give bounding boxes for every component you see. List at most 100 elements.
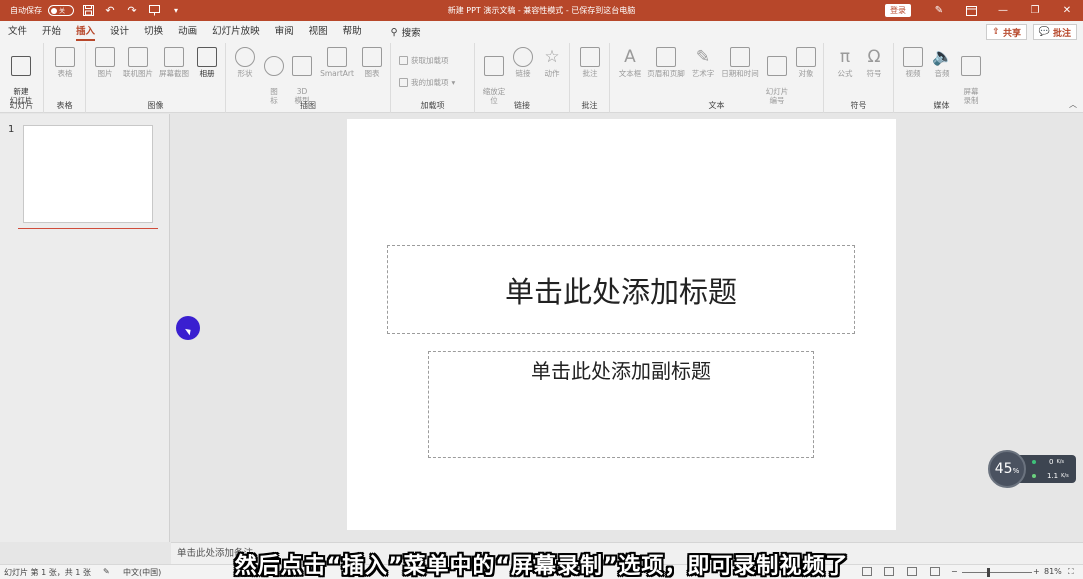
link-button[interactable]: 链接 [508,47,538,78]
new-slide-icon [11,56,31,76]
audio-button[interactable]: 🔈 音频 [927,47,957,78]
group-label-illustrations: 插图 [300,101,316,110]
ribbon-display-options-icon[interactable] [955,0,987,21]
table-button[interactable]: 表格 [50,47,80,78]
upload-icon [1032,460,1036,464]
chart-button[interactable]: 图表 [357,47,387,78]
tab-design[interactable]: 设计 [110,21,129,43]
group-label-media: 媒体 [933,101,950,110]
icons-button[interactable]: 图 标 [259,47,289,105]
start-slideshow-icon[interactable] [146,3,162,19]
group-symbols: π 公式 Ω 符号 符号 [824,43,894,113]
group-label-images: 图像 [147,101,164,110]
slide-thumbnail[interactable] [23,125,153,223]
download-speed: 1.1 K/s [1032,472,1069,480]
group-illustrations: 形状 图 标 3D 模型 SmartArt 图表 插图 [226,43,391,113]
textbox-button[interactable]: A 文本框 [615,47,645,78]
wordart-label: 艺术字 [691,69,715,78]
screenshot-button[interactable]: 屏幕截图 [156,47,192,78]
group-label-symbols: 符号 [850,101,867,110]
comment-label: 批注 [1052,28,1071,39]
group-comments: 批注 批注 [570,43,610,113]
search-box[interactable]: ⚲ 搜索 [391,25,421,40]
collapse-ribbon-icon[interactable]: ︿ [1069,99,1077,110]
photo-album-button[interactable]: 相册 [192,47,222,78]
toggle-knob [51,7,57,14]
calendar-icon [730,47,750,67]
chart-label: 图表 [364,69,380,78]
shapes-icon [235,47,255,67]
cube-icon [292,56,312,76]
comment-insert-button[interactable]: 批注 [575,47,605,78]
slide-number-button[interactable]: 幻灯片 编号 [762,47,792,105]
pictures-button[interactable]: 图片 [90,47,120,78]
redo-icon[interactable]: ↷ [124,3,140,19]
action-label: 动作 [544,69,560,78]
network-speed-widget[interactable]: 45% 0 K/s 1.1 K/s [988,450,1076,488]
video-label: 视频 [905,69,921,78]
tab-home[interactable]: 开始 [42,21,61,43]
group-addins: 获取加载项 我的加载项 ▾ 加载项 [391,43,475,113]
speaker-icon: 🔈 [932,47,954,67]
link-label: 链接 [515,69,531,78]
title-placeholder[interactable]: 单击此处添加标题 [387,245,855,334]
wordart-icon: ✎ [695,47,711,67]
group-label-slides: 幻灯片 [9,101,34,110]
pen-icon[interactable]: ✎ [923,0,955,21]
action-button[interactable]: ☆ 动作 [537,47,567,78]
download-value: 1.1 [1047,472,1059,480]
group-slides: 新建 幻灯片 幻灯片 [0,43,44,113]
undo-icon[interactable]: ↶ [102,3,118,19]
tab-file[interactable]: 文件 [8,21,27,43]
online-picture-icon [128,47,148,67]
download-icon [1032,474,1036,478]
slide[interactable]: 单击此处添加标题 单击此处添加副标题 [347,119,896,530]
smartart-button[interactable]: SmartArt [318,47,356,78]
3d-models-button[interactable]: 3D 模型 [287,47,317,105]
autosave-toggle[interactable]: 关 [48,5,74,16]
slide-number-icon [767,56,787,76]
symbol-button[interactable]: Ω 符号 [859,47,889,78]
tab-slideshow[interactable]: 幻灯片放映 [212,21,260,43]
save-icon[interactable] [80,3,96,19]
comment-insert-label: 批注 [582,69,598,78]
equation-button[interactable]: π 公式 [830,47,860,78]
online-pictures-button[interactable]: 联机图片 [120,47,156,78]
new-slide-button[interactable]: 新建 幻灯片 [6,47,36,105]
shapes-button[interactable]: 形状 [230,47,260,78]
my-addins-button[interactable]: 我的加载项 ▾ [399,77,455,88]
login-button[interactable]: 登录 [885,4,911,17]
zoom-button[interactable]: 缩放定 位 [479,47,509,105]
share-button[interactable]: ⇪ 共享 [986,24,1027,40]
tab-animations[interactable]: 动画 [178,21,197,43]
speed-gauge: 45% [988,450,1026,488]
minimize-icon[interactable]: — [987,0,1019,21]
search-label: 搜索 [401,28,421,39]
comments-button[interactable]: 💬 批注 [1032,24,1077,40]
tab-transitions[interactable]: 切换 [144,21,163,43]
link-icon [513,47,533,67]
video-button[interactable]: 视频 [898,47,928,78]
close-icon[interactable]: ✕ [1051,0,1083,21]
screen-recording-button[interactable]: 屏幕 录制 [956,47,986,105]
group-links: 缩放定 位 链接 ☆ 动作 链接 [475,43,570,113]
tab-view[interactable]: 视图 [309,21,328,43]
get-addins-button[interactable]: 获取加载项 [399,55,449,66]
tab-insert[interactable]: 插入 [76,21,96,43]
subtitle-placeholder[interactable]: 单击此处添加副标题 [428,351,814,458]
ribbon: 新建 幻灯片 幻灯片 表格 表格 图片 联机图片 屏幕截图 相册 图像 形状 图… [0,43,1083,113]
object-button[interactable]: 对象 [791,47,821,78]
group-text: A 文本框 页眉和页脚 ✎ 艺术字 日期和时间 幻灯片 编号 对象 文本 [610,43,824,113]
tab-help[interactable]: 帮助 [343,21,362,43]
group-label-links: 链接 [514,101,530,110]
header-footer-button[interactable]: 页眉和页脚 [645,47,687,78]
tab-review[interactable]: 审阅 [275,21,294,43]
wordart-button[interactable]: ✎ 艺术字 [688,47,718,78]
restore-icon[interactable]: ❐ [1019,0,1051,21]
group-tables: 表格 表格 [44,43,86,113]
textbox-icon: A [624,47,636,67]
customize-toolbar-icon[interactable]: ▾ [168,3,184,19]
date-time-button[interactable]: 日期和时间 [718,47,762,78]
store-icon [399,56,408,65]
smartart-icon [327,47,347,67]
